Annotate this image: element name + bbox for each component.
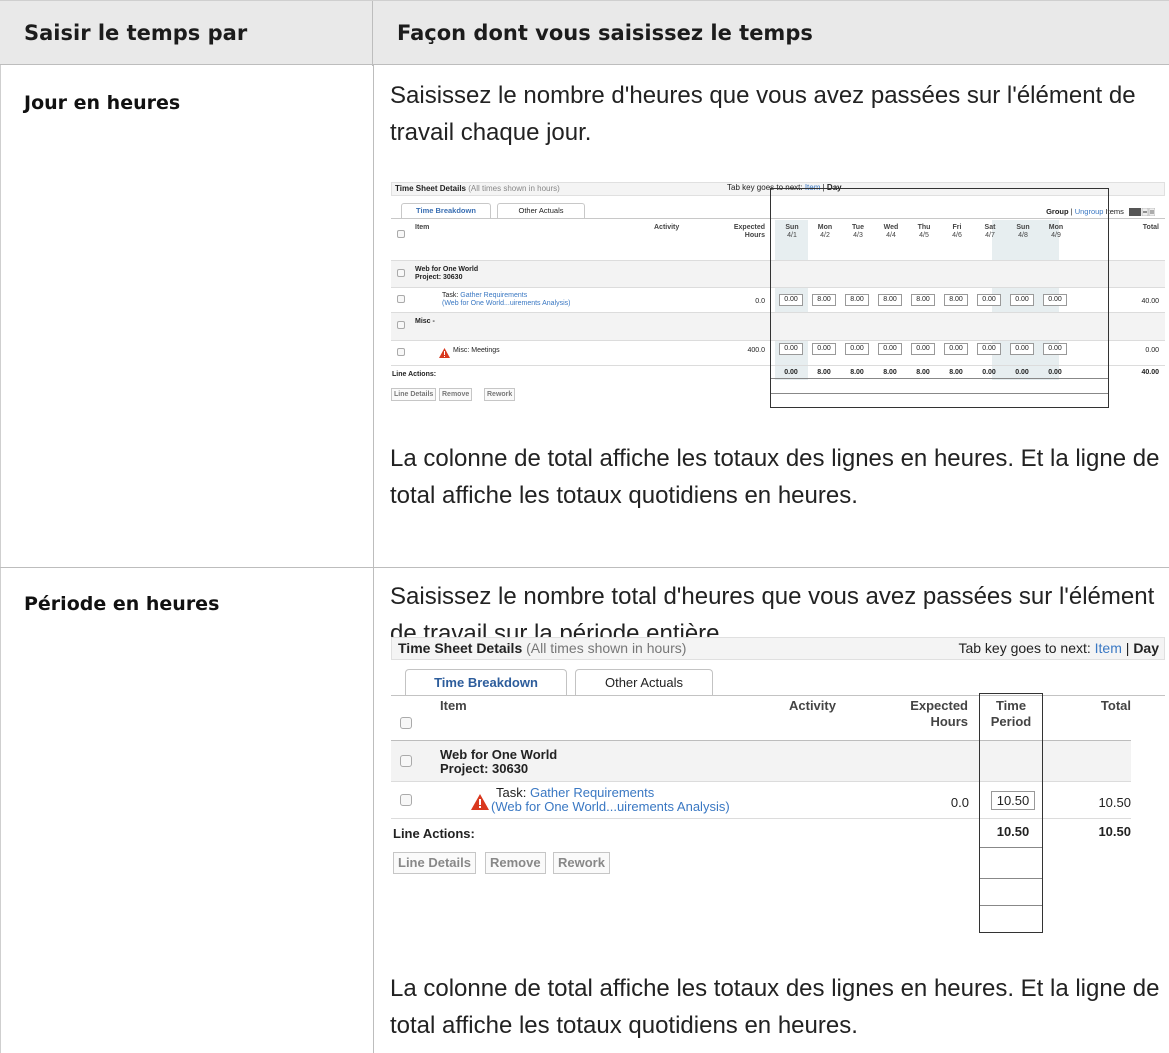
ts2-tabkey-hint: Tab key goes to next: Item | Day xyxy=(958,637,1159,660)
row-title-period-hours: Période en heures xyxy=(24,593,220,615)
ts2-group-project: Project: 30630 xyxy=(440,761,529,776)
ts1-group2-checkbox[interactable] xyxy=(397,321,405,329)
ts2-col-expected-1: Expected xyxy=(910,698,968,713)
ts1-misc-checkbox[interactable] xyxy=(397,348,405,356)
ts2-task-total: 10.50 xyxy=(1098,795,1131,810)
header-col-entry-mode: Saisir le temps par xyxy=(0,1,373,66)
ts2-tabkey-prefix: Tab key goes to next: xyxy=(958,640,1095,656)
ts1-rowline xyxy=(771,393,1108,394)
row1-outro-text: La colonne de total affiche les totaux d… xyxy=(390,445,1160,509)
ts2-tabkey-day: Day xyxy=(1133,640,1159,656)
ts1-group1-checkbox[interactable] xyxy=(397,269,405,277)
column-divider xyxy=(373,65,374,1053)
ts2-grand-total: 10.50 xyxy=(1098,824,1131,839)
row1-intro-text: Saisissez le nombre d'heures que vous av… xyxy=(390,82,1136,146)
ts1-col-expected-1: Expected xyxy=(733,224,765,231)
ts1-select-all-checkbox[interactable] xyxy=(397,230,405,238)
ts2-col-expected: Expected Hours xyxy=(882,698,968,730)
ts1-subtitle: (All times shown in hours) xyxy=(468,184,560,193)
ts2-task-prefix: Task: xyxy=(496,785,530,800)
ts1-rework-button[interactable]: Rework xyxy=(484,388,516,401)
ts2-rework-button[interactable]: Rework xyxy=(553,852,610,874)
row-title-day-hours: Jour en heures xyxy=(24,92,181,114)
ts2-title: Time Sheet Details xyxy=(398,640,523,656)
doc-table: Saisir le temps par Façon dont vous sais… xyxy=(0,0,1169,1053)
ts2-group-checkbox[interactable] xyxy=(400,755,412,767)
ts1-grand-total: 40.00 xyxy=(1141,369,1159,376)
ts1-group1-name: Web for One World xyxy=(415,266,479,273)
ts2-group-name: Web for One World xyxy=(440,747,558,762)
ts2-subtitle: (All times shown in hours) xyxy=(526,640,687,656)
ts2-col-expected-2: Hours xyxy=(930,714,968,729)
ts1-remove-button[interactable]: Remove xyxy=(439,388,473,401)
ts2-col-total: Total xyxy=(1100,698,1131,713)
ts1-task-expected: 0.0 xyxy=(755,298,765,305)
ts2-task-checkbox[interactable] xyxy=(400,794,412,806)
ts1-col-total: Total xyxy=(1142,224,1159,231)
ts2-line-details-button[interactable]: Line Details xyxy=(393,852,476,874)
ts2-line-actions-label: Line Actions: xyxy=(393,826,475,841)
ts2-period-column-highlight xyxy=(979,693,1043,933)
ts1-col-expected-2: Hours xyxy=(744,232,765,239)
ts2-task-link[interactable]: Gather Requirements xyxy=(530,785,654,800)
ts1-col-item: Item xyxy=(415,224,430,231)
row-divider xyxy=(0,567,1169,568)
ts1-group2-name: Misc - xyxy=(415,318,435,325)
ts1-task-prefix: Task: xyxy=(442,292,461,299)
ts2-tab-time-breakdown[interactable]: Time Breakdown xyxy=(405,669,567,695)
timesheet-day-screenshot: Time Sheet Details (All times shown in h… xyxy=(391,182,1165,408)
ts1-task-label: Task: Gather Requirements xyxy=(442,292,527,300)
ts2-tab-underline xyxy=(391,695,1165,696)
timesheet-period-screenshot: Time Sheet Details (All times shown in h… xyxy=(391,637,1165,933)
warning-icon xyxy=(471,794,489,815)
ts2-rowline xyxy=(980,905,1042,906)
ts1-task-checkbox[interactable] xyxy=(397,295,405,303)
ts2-task-expected: 0.0 xyxy=(950,795,969,810)
header-col-how-to-enter: Façon dont vous saisissez le temps xyxy=(397,21,813,45)
ts1-tab-time-breakdown[interactable]: Time Breakdown xyxy=(401,203,491,218)
ts1-line-details-button[interactable]: Line Details xyxy=(391,388,437,401)
ts1-task-sub-link[interactable]: (Web for One World...uirements Analysis) xyxy=(442,300,571,308)
ts1-col-activity: Activity xyxy=(654,224,680,231)
ts1-col-expected: Expected Hours xyxy=(711,224,765,240)
ts2-tab-other-actuals[interactable]: Other Actuals xyxy=(575,669,713,695)
expand-collapse-icon[interactable] xyxy=(1129,207,1156,217)
ts2-col-item: Item xyxy=(440,698,467,713)
ts1-misc-label: Misc: Meetings xyxy=(453,347,500,354)
ts2-rowline xyxy=(980,878,1042,879)
ts1-line-actions-label: Line Actions: xyxy=(392,371,437,378)
ts1-day-columns-highlight xyxy=(770,188,1109,408)
row2-outro-text: La colonne de total affiche les totaux d… xyxy=(390,975,1160,1039)
ts2-select-all-checkbox[interactable] xyxy=(400,717,412,729)
ts2-tabkey-sep: | xyxy=(1121,640,1134,656)
ts2-task-sub-link[interactable]: (Web for One World...uirements Analysis) xyxy=(491,799,730,814)
ts1-group1-project: Project: 30630 xyxy=(415,274,463,281)
ts2-tabkey-item-link[interactable]: Item xyxy=(1095,640,1122,656)
ts2-col-activity: Activity xyxy=(789,698,836,713)
table-header: Saisir le temps par Façon dont vous sais… xyxy=(0,0,1169,66)
ts1-title: Time Sheet Details xyxy=(395,184,466,193)
ts1-tab-other-actuals[interactable]: Other Actuals xyxy=(497,203,585,218)
ts2-rowline xyxy=(980,847,1042,848)
ts1-misc-total: 0.00 xyxy=(1145,347,1159,354)
ts1-task-total: 40.00 xyxy=(1141,298,1159,305)
warning-icon xyxy=(439,345,450,363)
ts1-task-link[interactable]: Gather Requirements xyxy=(460,292,527,299)
ts1-rowline xyxy=(771,378,1108,379)
ts1-misc-expected: 400.0 xyxy=(747,347,765,354)
ts2-remove-button[interactable]: Remove xyxy=(485,852,546,874)
table-left-border xyxy=(0,0,1,1053)
ts2-task-label: Task: Gather Requirements xyxy=(496,785,654,800)
